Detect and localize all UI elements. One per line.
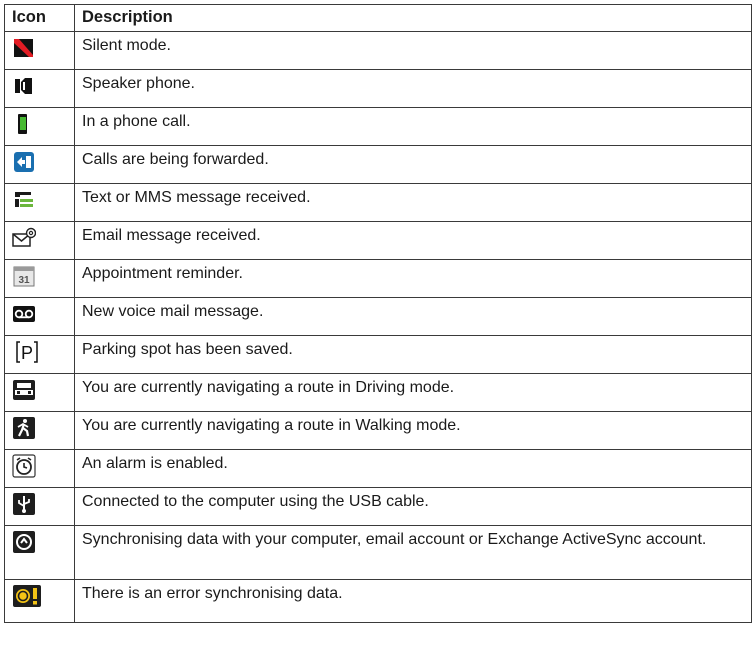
- table-row: There is an error synchronising data.: [4, 579, 752, 623]
- call-forwarding-icon: [14, 152, 34, 172]
- table-header-row: Icon Description: [4, 4, 752, 32]
- table-row: You are currently navigating a route in …: [4, 411, 752, 450]
- row-description: Appointment reminder.: [74, 259, 752, 298]
- walking-icon: [13, 417, 35, 439]
- table-row: Text or MMS message received.: [4, 183, 752, 222]
- alarm-icon: [12, 454, 36, 478]
- table-row: Speaker phone.: [4, 69, 752, 108]
- table-row: Silent mode.: [4, 31, 752, 70]
- voicemail-icon: [13, 306, 35, 322]
- table-row: You are currently navigating a route in …: [4, 373, 752, 412]
- text-message-icon: [14, 190, 34, 210]
- calendar-icon: 31: [13, 266, 35, 287]
- row-description: Text or MMS message received.: [74, 183, 752, 222]
- icon-table: Icon Description Silent mode. Speaker ph…: [4, 4, 752, 623]
- header-icon: Icon: [4, 4, 75, 32]
- parking-icon: P: [16, 341, 38, 363]
- in-call-icon: [18, 114, 27, 134]
- email-icon: [12, 227, 36, 247]
- usb-icon: [13, 493, 35, 515]
- table-row: Email message received.: [4, 221, 752, 260]
- svg-text:31: 31: [18, 275, 30, 286]
- row-description: An alarm is enabled.: [74, 449, 752, 488]
- table-row: 31 Appointment reminder.: [4, 259, 752, 298]
- table-row: P Parking spot has been saved.: [4, 335, 752, 374]
- row-description: Parking spot has been saved.: [74, 335, 752, 374]
- svg-text:P: P: [21, 343, 33, 363]
- row-description: In a phone call.: [74, 107, 752, 146]
- sync-error-icon: [13, 585, 41, 607]
- row-description: You are currently navigating a route in …: [74, 373, 752, 412]
- table-row: Calls are being forwarded.: [4, 145, 752, 184]
- sync-icon: [13, 531, 35, 553]
- row-description: Calls are being forwarded.: [74, 145, 752, 184]
- row-description: Silent mode.: [74, 31, 752, 70]
- table-row: In a phone call.: [4, 107, 752, 146]
- speaker-phone-icon: [15, 78, 32, 94]
- table-row: New voice mail message.: [4, 297, 752, 336]
- table-row: Synchronising data with your computer, e…: [4, 525, 752, 580]
- silent-mode-icon: [14, 39, 33, 57]
- row-description: Synchronising data with your computer, e…: [74, 525, 752, 580]
- header-description: Description: [74, 4, 752, 32]
- table-row: An alarm is enabled.: [4, 449, 752, 488]
- row-description: Connected to the computer using the USB …: [74, 487, 752, 526]
- table-row: Connected to the computer using the USB …: [4, 487, 752, 526]
- row-description: Speaker phone.: [74, 69, 752, 108]
- row-description: You are currently navigating a route in …: [74, 411, 752, 450]
- car-icon: [13, 380, 35, 400]
- row-description: New voice mail message.: [74, 297, 752, 336]
- row-description: Email message received.: [74, 221, 752, 260]
- row-description: There is an error synchronising data.: [74, 579, 752, 623]
